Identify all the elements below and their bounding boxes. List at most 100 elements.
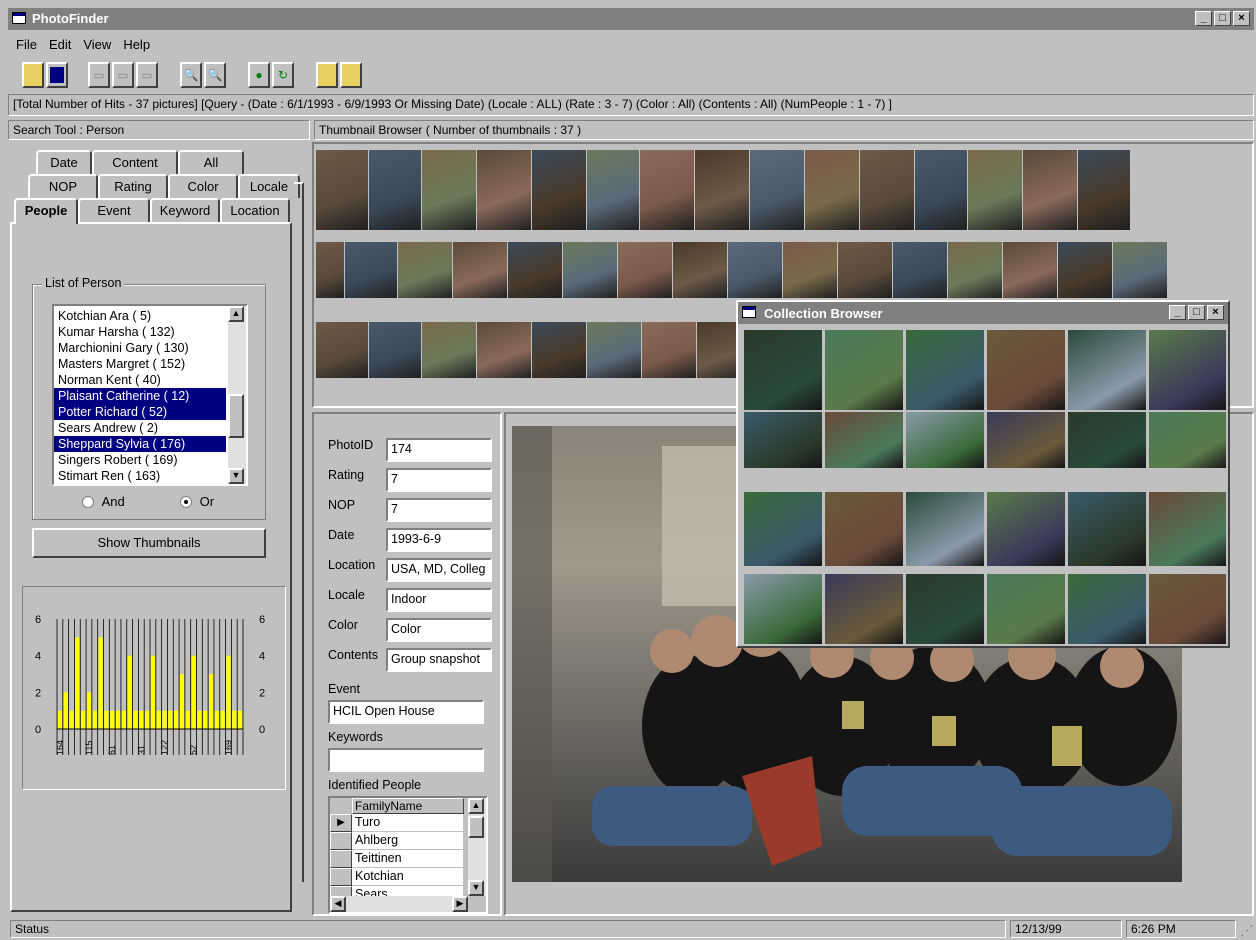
radio-and[interactable]: And [82, 494, 125, 509]
collection-thumbnail[interactable] [987, 492, 1065, 566]
identified-people-grid[interactable]: FamilyName ▶ Turo Ahlberg Teittinen Kotchian… [328, 796, 488, 914]
unlock-icon[interactable] [340, 62, 362, 88]
thumbnail[interactable] [369, 322, 421, 378]
radio-or[interactable]: Or [180, 494, 214, 509]
thumbnail[interactable] [369, 150, 421, 230]
copy-icon[interactable]: ▭ [112, 62, 134, 88]
tab-event[interactable]: Event [78, 198, 150, 222]
collection-thumbnail[interactable] [987, 574, 1065, 644]
scroll-thumb[interactable] [228, 394, 244, 438]
person-list-item[interactable]: Kotchian Ara ( 5) [54, 308, 226, 324]
thumbnail[interactable] [422, 150, 476, 230]
zoom-out-icon[interactable]: 🔍 [204, 62, 226, 88]
date-field[interactable]: 1993-6-9 [386, 528, 492, 552]
tab-locale[interactable]: Locale [238, 174, 300, 198]
thumbnail[interactable] [345, 242, 397, 298]
chart-bar[interactable] [104, 710, 109, 729]
collection-browser-window[interactable]: Collection Browser _ □ × [736, 300, 1230, 648]
close-button[interactable]: × [1233, 11, 1250, 26]
locale-field[interactable]: Indoor [386, 588, 492, 612]
thumbnail[interactable] [1058, 242, 1112, 298]
tab-keyword[interactable]: Keyword [150, 198, 220, 222]
menu-help[interactable]: Help [123, 37, 150, 56]
chart-bar[interactable] [162, 710, 167, 729]
thumbnail[interactable] [477, 322, 531, 378]
thumbnail[interactable] [532, 322, 586, 378]
chart-bar[interactable] [220, 710, 225, 729]
chart-bar[interactable] [115, 710, 121, 729]
thumbnail[interactable] [1023, 150, 1077, 230]
thumbnail[interactable] [783, 242, 837, 298]
chart-bar[interactable] [57, 710, 63, 729]
scroll-down-icon[interactable]: ▼ [228, 468, 244, 484]
row-header[interactable] [330, 832, 352, 850]
collection-thumbnail[interactable] [825, 492, 903, 566]
chart-bar[interactable] [168, 710, 173, 729]
thumbnail[interactable] [316, 322, 368, 378]
paste-icon[interactable]: ▭ [136, 62, 158, 88]
thumbnail[interactable] [1113, 242, 1167, 298]
chart-bar[interactable] [156, 710, 161, 729]
thumbnail[interactable] [453, 242, 507, 298]
thumbnail[interactable] [642, 322, 696, 378]
tab-rating[interactable]: Rating [98, 174, 168, 198]
collection-thumbnail[interactable] [987, 330, 1065, 410]
person-list-item[interactable]: Stimart Ren ( 163) [54, 468, 226, 484]
thumbnail[interactable] [948, 242, 1002, 298]
traffic-light-icon[interactable]: ● [248, 62, 270, 88]
thumbnail[interactable] [422, 322, 476, 378]
thumbnail[interactable] [618, 242, 672, 298]
grid-scroll-up-icon[interactable]: ▲ [468, 798, 484, 814]
row-header[interactable] [330, 850, 352, 868]
collection-thumbnail[interactable] [1068, 492, 1146, 566]
chart-bar[interactable] [174, 710, 179, 729]
table-row[interactable]: Ahlberg [330, 832, 466, 850]
keywords-field[interactable] [328, 748, 484, 772]
zoom-in-icon[interactable]: 🔍 [180, 62, 202, 88]
photoid-field[interactable]: 174 [386, 438, 492, 462]
collection-thumbnail[interactable] [1149, 492, 1226, 566]
thumbnail[interactable] [1078, 150, 1130, 230]
person-list-scrollbar[interactable]: ▲ ▼ [228, 306, 246, 484]
familyname-cell[interactable]: Kotchian [352, 868, 464, 886]
chart-bar[interactable] [98, 637, 103, 729]
collection-thumbnail[interactable] [906, 330, 984, 410]
thumbnail[interactable] [968, 150, 1022, 230]
collection-thumbnail[interactable] [906, 412, 984, 468]
scroll-up-icon[interactable]: ▲ [228, 306, 244, 322]
chart-bar[interactable] [92, 710, 97, 729]
menu-file[interactable]: File [16, 37, 37, 56]
menu-view[interactable]: View [83, 37, 111, 56]
chart-bar[interactable] [214, 710, 219, 729]
thumbnail[interactable] [838, 242, 892, 298]
tab-location[interactable]: Location [220, 198, 290, 222]
collection-thumbnail[interactable] [744, 492, 822, 566]
tab-date[interactable]: Date [36, 150, 92, 174]
chart-bar[interactable] [139, 710, 144, 729]
chart-bar[interactable] [144, 710, 150, 729]
chart-bar[interactable] [127, 655, 132, 729]
event-field[interactable]: HCIL Open House [328, 700, 484, 724]
person-list-item[interactable]: Sears Andrew ( 2) [54, 420, 226, 436]
collection-close-button[interactable]: × [1207, 305, 1224, 320]
collection-thumbnail[interactable] [825, 330, 903, 410]
chart-bar[interactable] [197, 710, 202, 729]
menu-edit[interactable]: Edit [49, 37, 71, 56]
maximize-button[interactable]: □ [1214, 11, 1231, 26]
grid-scroll-down-icon[interactable]: ▼ [468, 880, 484, 896]
thumbnail[interactable] [805, 150, 859, 230]
thumbnail[interactable] [398, 242, 452, 298]
thumbnail[interactable] [316, 150, 368, 230]
thumbnail[interactable] [728, 242, 782, 298]
collection-thumbnail[interactable] [825, 574, 903, 644]
collection-thumbnail[interactable] [1149, 412, 1226, 468]
chart-bar[interactable] [237, 710, 243, 729]
thumbnail[interactable] [508, 242, 562, 298]
table-row[interactable]: Teittinen [330, 850, 466, 868]
chart-bar[interactable] [86, 692, 92, 729]
chart-bar[interactable] [121, 710, 126, 729]
grid-scroll-right-icon[interactable]: ▶ [452, 896, 468, 912]
thumbnail[interactable] [750, 150, 804, 230]
collection-maximize-button[interactable]: □ [1188, 305, 1205, 320]
rating-field[interactable]: 7 [386, 468, 492, 492]
